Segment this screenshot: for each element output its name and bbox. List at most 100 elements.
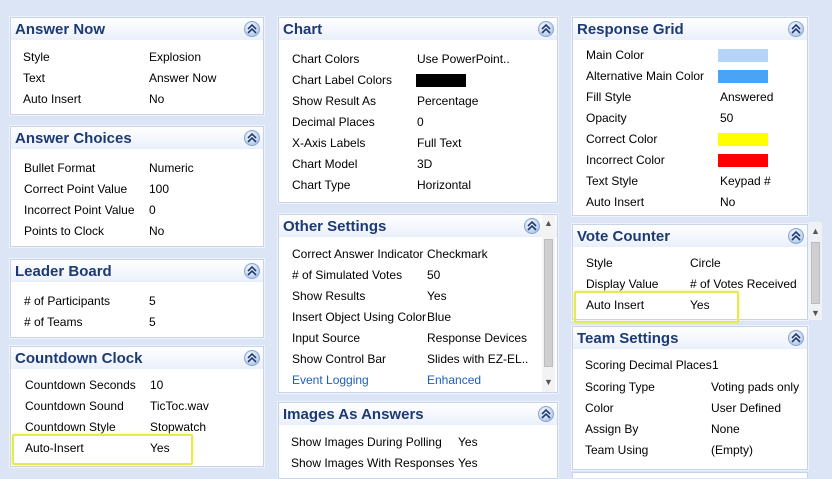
property-value[interactable]: 100: [149, 179, 169, 200]
property-value[interactable]: 5: [149, 291, 156, 312]
collapse-icon[interactable]: [244, 350, 260, 366]
chart-label-color-swatch[interactable]: [416, 74, 466, 87]
property-value[interactable]: Checkmark: [427, 244, 488, 265]
property-value[interactable]: Percentage: [417, 91, 478, 112]
property-value[interactable]: No: [720, 192, 735, 213]
countdown-clock-header: Countdown Clock: [11, 347, 263, 369]
countdown-clock-title: Countdown Clock: [15, 350, 143, 367]
property-label: Insert Object Using Color: [292, 310, 427, 324]
other-settings-scrollbar[interactable]: ▲ ▼: [542, 215, 555, 392]
property-value[interactable]: Answered: [720, 87, 773, 108]
property-value[interactable]: Horizontal: [417, 175, 471, 196]
response-grid-panel: Response Grid Main Color Alternative Mai…: [572, 17, 808, 216]
scroll-up-icon[interactable]: ▲: [544, 218, 553, 228]
collapse-icon[interactable]: [244, 130, 260, 146]
other-settings-panel: Other Settings Correct Answer Indicator C…: [278, 214, 558, 393]
property-value[interactable]: User Defined: [711, 398, 781, 419]
property-value[interactable]: 50: [427, 265, 440, 286]
scroll-thumb[interactable]: [811, 242, 820, 304]
collapse-icon[interactable]: [538, 21, 554, 37]
property-value[interactable]: TicToc.wav: [150, 396, 209, 417]
property-value[interactable]: Explosion: [149, 47, 201, 68]
correct-color-swatch[interactable]: [718, 133, 768, 146]
incorrect-color-swatch[interactable]: [718, 154, 768, 167]
answer-choices-header: Answer Choices: [11, 127, 263, 149]
scroll-thumb[interactable]: [544, 239, 553, 367]
collapse-icon[interactable]: [524, 218, 540, 234]
response-grid-row-main-color[interactable]: Main Color: [586, 45, 796, 66]
property-label: Incorrect Color: [586, 153, 665, 167]
property-label: Chart Colors: [292, 52, 360, 66]
property-value[interactable]: Blue: [427, 307, 451, 328]
scroll-down-icon[interactable]: ▼: [811, 308, 820, 318]
property-label: Style: [23, 50, 50, 64]
property-label: # of Simulated Votes: [292, 268, 403, 282]
other-settings-title: Other Settings: [283, 218, 387, 235]
property-value[interactable]: 0: [149, 200, 156, 221]
property-value[interactable]: Response Devices: [427, 328, 527, 349]
chart-panel: Chart Chart Colors Use PowerPoint.. Chart…: [278, 17, 558, 203]
scroll-up-icon[interactable]: ▲: [811, 226, 820, 236]
alt-main-color-swatch[interactable]: [718, 70, 768, 83]
property-label: Show Images During Polling: [291, 435, 442, 449]
property-value[interactable]: Use PowerPoint..: [417, 49, 510, 70]
leader-board-header: Leader Board: [11, 260, 263, 282]
team-settings-panel: Team Settings Scoring Decimal Places 1 Sc…: [572, 326, 808, 470]
property-label: Alternative Main Color: [586, 69, 705, 83]
main-color-swatch[interactable]: [718, 49, 768, 62]
answer-now-title: Answer Now: [15, 21, 106, 38]
property-value[interactable]: Voting pads only: [711, 377, 799, 398]
response-grid-header: Response Grid: [573, 18, 807, 40]
property-label: Chart Type: [292, 178, 351, 192]
property-label: Countdown Seconds: [25, 378, 136, 392]
property-value[interactable]: Slides with EZ-EL..: [427, 349, 528, 370]
other-settings-header: Other Settings: [279, 215, 557, 237]
property-label: Chart Label Colors: [292, 73, 393, 87]
collapse-icon[interactable]: [538, 406, 554, 422]
property-label: Assign By: [585, 422, 639, 436]
property-value[interactable]: No: [149, 89, 164, 110]
property-value[interactable]: Numeric: [149, 158, 194, 179]
chart-row-label-colors[interactable]: Chart Label Colors: [292, 70, 542, 91]
property-value[interactable]: Keypad #: [720, 171, 771, 192]
response-grid-row-incorrect-color[interactable]: Incorrect Color: [586, 150, 796, 171]
property-value[interactable]: 10: [150, 375, 163, 396]
collapse-icon[interactable]: [788, 21, 804, 37]
property-value[interactable]: Yes: [427, 286, 447, 307]
property-value[interactable]: Enhanced: [427, 370, 481, 391]
response-grid-row-correct-color[interactable]: Correct Color: [586, 129, 796, 150]
answer-now-panel: Answer Now Style Explosion Text Answer Now…: [10, 17, 264, 115]
property-label: Scoring Type: [585, 380, 655, 394]
property-label: Scoring Decimal Places: [585, 358, 712, 372]
highlight-box-vote-auto-insert: [574, 291, 739, 323]
property-value[interactable]: 1: [712, 355, 719, 376]
property-value[interactable]: 50: [720, 108, 733, 129]
property-value[interactable]: (Empty): [711, 440, 753, 461]
leader-board-title: Leader Board: [15, 263, 112, 280]
scroll-down-icon[interactable]: ▼: [544, 377, 553, 387]
property-value[interactable]: 3D: [417, 154, 432, 175]
property-label: Text: [23, 71, 46, 85]
response-grid-row-alt-main-color[interactable]: Alternative Main Color: [586, 66, 796, 87]
property-label: Fill Style: [586, 90, 632, 104]
images-as-answers-header: Images As Answers: [279, 403, 557, 425]
chart-header: Chart: [279, 18, 557, 40]
property-value[interactable]: Yes: [458, 432, 478, 453]
property-value[interactable]: Circle: [690, 253, 721, 274]
property-label: Main Color: [586, 48, 645, 62]
collapse-icon[interactable]: [788, 330, 804, 346]
collapse-icon[interactable]: [244, 21, 260, 37]
property-value[interactable]: No: [149, 221, 164, 242]
property-value[interactable]: Answer Now: [149, 68, 216, 89]
property-value[interactable]: None: [711, 419, 740, 440]
property-value[interactable]: Yes: [458, 453, 478, 474]
property-label: # of Participants: [24, 294, 111, 308]
property-label: Color: [585, 401, 614, 415]
collapse-icon[interactable]: [788, 228, 804, 244]
collapse-icon[interactable]: [244, 263, 260, 279]
property-value[interactable]: Full Text: [417, 133, 461, 154]
answer-choices-title: Answer Choices: [15, 130, 132, 147]
right-panel-scrollbar[interactable]: ▲ ▼: [809, 222, 822, 320]
property-value[interactable]: 0: [417, 112, 424, 133]
property-value[interactable]: 5: [149, 312, 156, 333]
